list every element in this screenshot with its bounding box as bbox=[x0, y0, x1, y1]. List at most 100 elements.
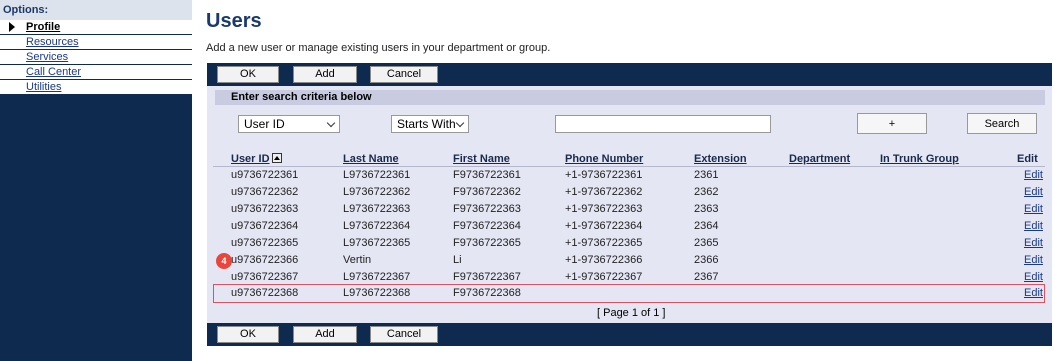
col-header-in-trunk-group[interactable]: In Trunk Group bbox=[880, 153, 959, 165]
cell-first-name: F9736722362 bbox=[453, 186, 521, 198]
search-field-select[interactable]: User ID bbox=[238, 115, 340, 133]
sidebar: Options: Profile Resources Services Call… bbox=[0, 0, 192, 361]
cell-phone: +1-9736722367 bbox=[565, 271, 643, 283]
cell-phone: +1-9736722365 bbox=[565, 237, 643, 249]
edit-link[interactable]: Edit bbox=[1024, 186, 1043, 198]
step-marker-badge: 4 bbox=[216, 253, 232, 269]
table-row: u9736722362 L9736722362 F9736722362 +1-9… bbox=[207, 184, 1052, 201]
sidebar-item-utilities[interactable]: Utilities bbox=[0, 80, 192, 94]
search-mode-select[interactable]: Starts With bbox=[391, 115, 469, 133]
cell-extension: 2364 bbox=[694, 220, 719, 232]
options-header: Options: bbox=[0, 0, 192, 20]
col-header-first-name[interactable]: First Name bbox=[453, 153, 510, 165]
table-row: u9736722363 L9736722363 F9736722363 +1-9… bbox=[207, 201, 1052, 218]
cell-user-id: u9736722368 bbox=[231, 287, 299, 299]
add-criteria-button[interactable]: + bbox=[857, 113, 927, 134]
cell-last-name: Vertin bbox=[343, 254, 372, 266]
cell-user-id: u9736722367 bbox=[231, 271, 299, 283]
edit-link[interactable]: Edit bbox=[1024, 220, 1043, 232]
cell-phone: +1-9736722361 bbox=[565, 169, 643, 181]
cell-last-name: L9736722364 bbox=[343, 220, 411, 232]
cell-last-name: L9736722362 bbox=[343, 186, 411, 198]
cell-phone: +1-9736722364 bbox=[565, 220, 643, 232]
cell-first-name: F9736722361 bbox=[453, 169, 521, 181]
cell-user-id: u9736722365 bbox=[231, 237, 299, 249]
add-button-bottom[interactable]: Add bbox=[293, 326, 357, 343]
current-arrow-icon bbox=[9, 22, 15, 32]
ok-button-bottom[interactable]: OK bbox=[217, 326, 279, 343]
cell-user-id: u9736722366 bbox=[231, 254, 299, 266]
cell-first-name: Li bbox=[453, 254, 462, 266]
search-button[interactable]: Search bbox=[967, 113, 1037, 134]
page-title: Users bbox=[206, 10, 262, 32]
table-row-highlighted: u9736722368 L9736722368 F9736722368 Edit bbox=[213, 284, 1045, 303]
sidebar-link-profile[interactable]: Profile bbox=[26, 21, 60, 33]
search-mode-value: Starts With bbox=[397, 117, 456, 131]
table-row: u9736722364 L9736722364 F9736722364 +1-9… bbox=[207, 218, 1052, 235]
top-action-bar: OK Add Cancel bbox=[207, 63, 1052, 86]
cell-last-name: L9736722367 bbox=[343, 271, 411, 283]
cell-phone: +1-9736722366 bbox=[565, 254, 643, 266]
cell-first-name: F9736722364 bbox=[453, 220, 521, 232]
col-header-user-id-label: User ID bbox=[231, 153, 270, 165]
add-button-top[interactable]: Add bbox=[293, 66, 357, 83]
users-content: Enter search criteria below User ID Star… bbox=[207, 86, 1052, 323]
cancel-button-bottom[interactable]: Cancel bbox=[370, 326, 438, 343]
cell-user-id: u9736722364 bbox=[231, 220, 299, 232]
cell-first-name: F9736722368 bbox=[453, 287, 521, 299]
cell-last-name: L9736722365 bbox=[343, 237, 411, 249]
cell-first-name: F9736722367 bbox=[453, 271, 521, 283]
sidebar-item-call-center[interactable]: Call Center bbox=[0, 65, 192, 79]
cell-phone: +1-9736722362 bbox=[565, 186, 643, 198]
cell-user-id: u9736722363 bbox=[231, 203, 299, 215]
cell-extension: 2367 bbox=[694, 271, 719, 283]
cell-last-name: L9736722368 bbox=[343, 287, 411, 299]
search-field-value: User ID bbox=[244, 117, 285, 131]
cell-extension: 2366 bbox=[694, 254, 719, 266]
sidebar-link-services[interactable]: Services bbox=[26, 51, 68, 63]
edit-link[interactable]: Edit bbox=[1024, 254, 1043, 266]
cancel-button-top[interactable]: Cancel bbox=[370, 66, 438, 83]
cell-first-name: F9736722363 bbox=[453, 203, 521, 215]
sidebar-item-resources[interactable]: Resources bbox=[0, 35, 192, 49]
table-row: u9736722361 L9736722361 F9736722361 +1-9… bbox=[207, 167, 1052, 184]
sidebar-link-call-center[interactable]: Call Center bbox=[26, 66, 81, 78]
cell-user-id: u9736722361 bbox=[231, 169, 299, 181]
ok-button-top[interactable]: OK bbox=[217, 66, 279, 83]
col-header-user-id[interactable]: User ID bbox=[231, 153, 282, 165]
chevron-down-icon bbox=[326, 118, 336, 128]
table-row: u9736722366 Vertin Li +1-9736722366 2366… bbox=[207, 252, 1052, 269]
cell-user-id: u9736722362 bbox=[231, 186, 299, 198]
edit-link[interactable]: Edit bbox=[1024, 169, 1043, 181]
col-header-extension[interactable]: Extension bbox=[694, 153, 747, 165]
col-header-last-name[interactable]: Last Name bbox=[343, 153, 399, 165]
cell-extension: 2363 bbox=[694, 203, 719, 215]
table-row: u9736722365 L9736722365 F9736722365 +1-9… bbox=[207, 235, 1052, 252]
page-description: Add a new user or manage existing users … bbox=[206, 42, 551, 54]
sidebar-link-utilities[interactable]: Utilities bbox=[26, 81, 61, 93]
search-criteria-header: Enter search criteria below bbox=[215, 90, 1045, 105]
sort-ascending-icon[interactable] bbox=[271, 153, 282, 163]
cell-first-name: F9736722365 bbox=[453, 237, 521, 249]
cell-extension: 2362 bbox=[694, 186, 719, 198]
sidebar-item-services[interactable]: Services bbox=[0, 50, 192, 64]
edit-link[interactable]: Edit bbox=[1024, 237, 1043, 249]
cell-last-name: L9736722363 bbox=[343, 203, 411, 215]
sidebar-link-resources[interactable]: Resources bbox=[26, 36, 79, 48]
cell-extension: 2365 bbox=[694, 237, 719, 249]
edit-link[interactable]: Edit bbox=[1024, 287, 1043, 299]
pagination-indicator: [ Page 1 of 1 ] bbox=[597, 307, 666, 319]
col-header-department[interactable]: Department bbox=[789, 153, 850, 165]
col-header-edit: Edit bbox=[1017, 153, 1038, 165]
cell-last-name: L9736722361 bbox=[343, 169, 411, 181]
cell-extension: 2361 bbox=[694, 169, 719, 181]
edit-link[interactable]: Edit bbox=[1024, 271, 1043, 283]
sidebar-item-profile[interactable]: Profile bbox=[0, 20, 192, 34]
chevron-down-icon bbox=[455, 118, 465, 128]
bottom-action-bar: OK Add Cancel bbox=[207, 323, 1052, 346]
edit-link[interactable]: Edit bbox=[1024, 203, 1043, 215]
col-header-phone-number[interactable]: Phone Number bbox=[565, 153, 643, 165]
cell-phone: +1-9736722363 bbox=[565, 203, 643, 215]
search-text-input[interactable] bbox=[555, 115, 771, 133]
main-panel: Users Add a new user or manage existing … bbox=[206, 0, 1054, 361]
